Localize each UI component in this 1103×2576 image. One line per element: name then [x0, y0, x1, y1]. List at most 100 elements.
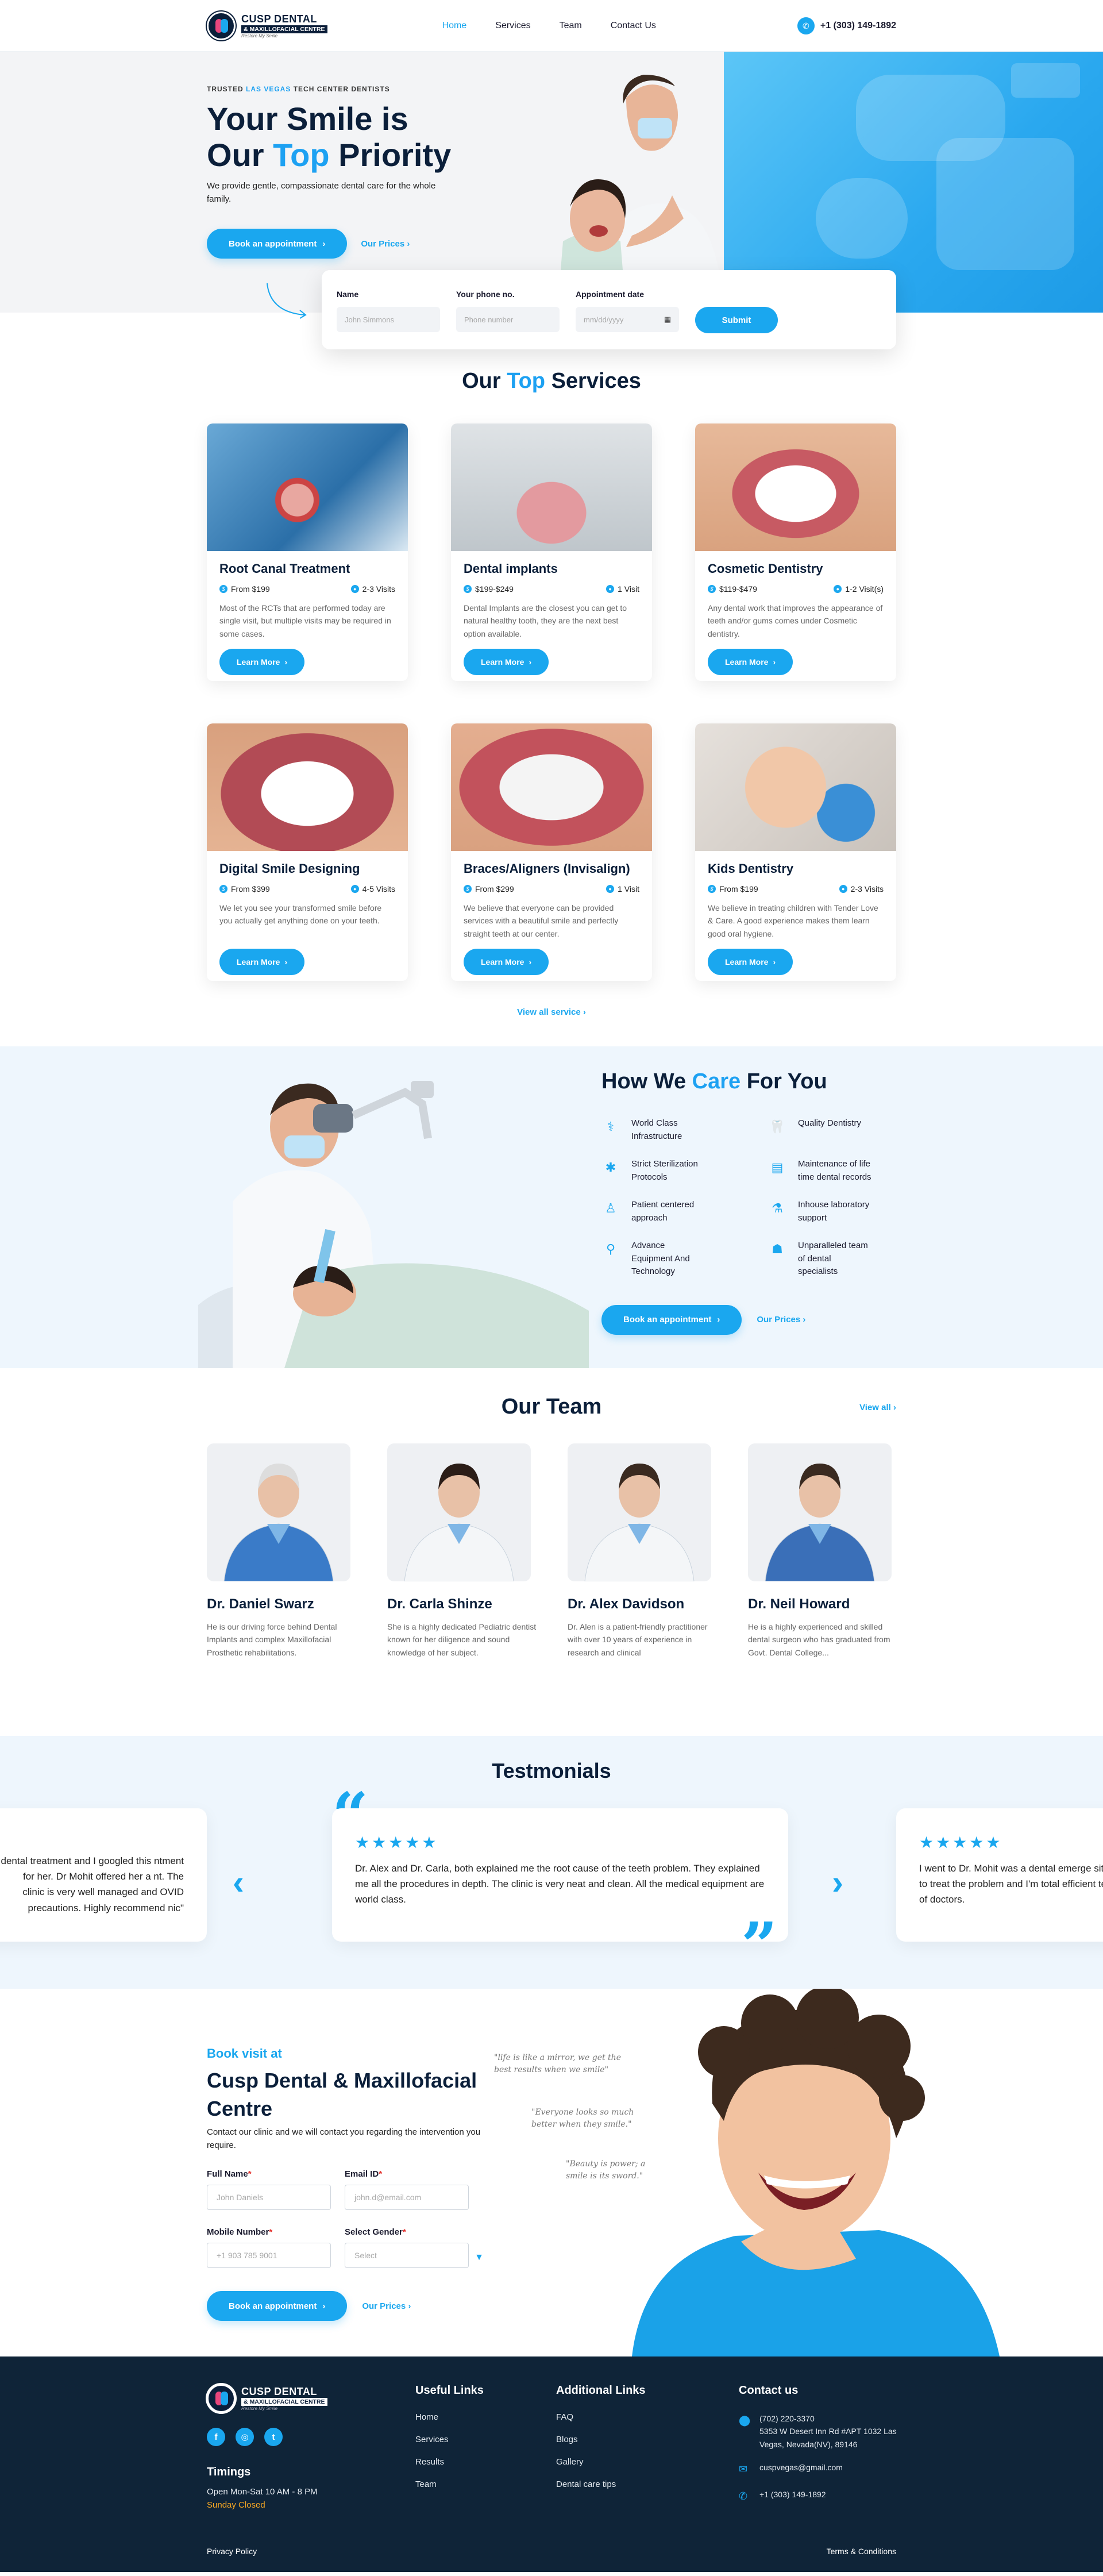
booking-title: Cusp Dental & Maxillofacial Centre	[207, 2069, 477, 2120]
phone-icon: ✆	[739, 2490, 748, 2502]
contact-phone[interactable]: ✆ +1 (303) 149-1892	[739, 2488, 905, 2505]
view-all-services-link[interactable]: View all service ›	[517, 1007, 586, 1017]
calendar-icon[interactable]: ▦	[664, 315, 671, 324]
instagram-icon[interactable]: ◎	[236, 2428, 254, 2446]
team-grid: Dr. Daniel Swarz He is our driving force…	[207, 1443, 896, 1659]
team-member-name: Dr. Neil Howard	[748, 1596, 850, 1612]
hero-our-prices-link[interactable]: Our Prices ›	[361, 239, 410, 249]
booking-kicker: Book visit at	[207, 2046, 282, 2061]
date-input[interactable]: mm/dd/yyyy ▦	[576, 307, 679, 332]
mobile-label: Mobile Number*	[207, 2227, 273, 2238]
name-input[interactable]: John Simmons	[337, 307, 440, 332]
footer-logo[interactable]: CUSP DENTAL & MAXILLOFACIAL CENTRE Resto…	[207, 2384, 345, 2413]
footer-link-services[interactable]: Services	[415, 2435, 484, 2444]
quote-1: "life is like a mirror, we get the best …	[494, 2053, 621, 2074]
learn-more-button[interactable]: Learn More ›	[708, 949, 793, 975]
twitter-icon[interactable]: t	[264, 2428, 283, 2446]
nav-contact[interactable]: Contact Us	[611, 21, 656, 31]
timings-open: Open Mon-Sat 10 AM - 8 PM	[207, 2487, 318, 2497]
header-phone-number: +1 (303) 149-1892	[820, 21, 896, 30]
service-description: We let you see your transformed smile be…	[219, 903, 382, 926]
hero-section: TRUSTED LAS VEGAS TECH CENTER DENTISTS Y…	[0, 52, 1103, 349]
team-section: Our Team View all › Dr. Daniel Swarz He …	[0, 1368, 1103, 1736]
testimonials-title: Testmonials	[492, 1759, 611, 1782]
quote-3: "Beauty is power; a smile is its sword."	[566, 2159, 646, 2181]
logo[interactable]: CUSP DENTAL & MAXILLOFACIAL CENTRE Resto…	[207, 11, 327, 40]
booking-book-appointment-button[interactable]: Book an appointment ›	[207, 2291, 348, 2321]
service-description: We believe that everyone can be provided…	[464, 903, 619, 938]
facebook-icon[interactable]: f	[207, 2428, 225, 2446]
care-feature: 🦷 Quality Dentistry	[768, 1117, 917, 1143]
learn-more-button[interactable]: Learn More ›	[219, 649, 305, 675]
team-member-card[interactable]: Dr. Daniel Swarz He is our driving force…	[207, 1443, 362, 1659]
virus-shield-icon: ✱	[605, 1160, 616, 1175]
learn-more-button[interactable]: Learn More ›	[219, 949, 305, 975]
chevron-down-icon[interactable]: ▼	[475, 2252, 484, 2263]
nav-home[interactable]: Home	[442, 21, 467, 31]
service-card-dental-implants: Dental implants $ $199-$249 ● 1 Visit Dent…	[451, 423, 652, 681]
booking-section: "life is like a mirror, we get the best …	[0, 1989, 1103, 2356]
prev-arrow-icon[interactable]: ‹	[233, 1862, 244, 1902]
care-feature: ⚕ World Class Infrastructure	[601, 1117, 768, 1143]
service-image	[695, 723, 896, 851]
care-feature-label: Unparalleled team of dental specialists	[798, 1241, 868, 1276]
service-title: Dental implants	[464, 561, 558, 576]
team-member-card[interactable]: Dr. Neil Howard He is a highly experienc…	[748, 1443, 903, 1659]
hero-book-appointment-button[interactable]: Book an appointment ›	[207, 229, 348, 259]
team-member-name: Dr. Daniel Swarz	[207, 1596, 314, 1612]
chevron-right-icon: ›	[284, 657, 288, 667]
mail-icon: ✉	[739, 2463, 748, 2475]
team-member-card[interactable]: Dr. Alex Davidson Dr. Alen is a patient-…	[568, 1443, 723, 1659]
gender-select[interactable]: Select	[345, 2243, 469, 2269]
chevron-right-icon: ›	[529, 657, 532, 667]
booking-our-prices-link[interactable]: Our Prices ›	[362, 2301, 411, 2311]
service-price: $ From $199	[708, 884, 758, 894]
care-our-prices-link[interactable]: Our Prices ›	[757, 1315, 805, 1324]
service-visits: ● 2-3 Visits	[350, 584, 395, 594]
phone-icon: ✆	[797, 17, 815, 34]
footer-link-faq[interactable]: FAQ	[556, 2412, 646, 2422]
footer-link-blogs[interactable]: Blogs	[556, 2435, 646, 2444]
price-tag-icon: $	[219, 885, 227, 893]
contact-address-text: 5353 W Desert Inn Rd #APT 1032 Las Vegas…	[759, 2427, 897, 2449]
terms-link[interactable]: Terms & Conditions	[827, 2547, 896, 2556]
team-member-photo	[387, 1443, 531, 1581]
service-image	[207, 723, 408, 851]
contact-email[interactable]: ✉ cuspvegas@gmail.com	[739, 2461, 905, 2478]
team-view-all-link[interactable]: View all ›	[859, 1403, 896, 1412]
care-book-appointment-button[interactable]: Book an appointment ›	[601, 1304, 742, 1335]
footer-link-team[interactable]: Team	[415, 2479, 484, 2489]
services-section: Our Top Services Root Canal Treatment $ F…	[0, 313, 1103, 1029]
learn-more-button[interactable]: Learn More ›	[708, 649, 793, 675]
learn-more-button[interactable]: Learn More ›	[464, 949, 549, 975]
learn-more-button[interactable]: Learn More ›	[464, 649, 549, 675]
email-input[interactable]: john.d@email.com	[345, 2185, 469, 2211]
phone-input[interactable]: Phone number	[456, 307, 560, 332]
service-title: Cosmetic Dentistry	[708, 561, 823, 576]
next-arrow-icon[interactable]: ›	[832, 1862, 843, 1902]
footer-link-gallery[interactable]: Gallery	[556, 2457, 646, 2467]
testimonial-center-text: Dr. Alex and Dr. Carla, both explained m…	[355, 1862, 765, 1905]
care-feature: ⚲ Advance Equipment And Technology	[601, 1239, 768, 1279]
full-name-input[interactable]: John Daniels	[207, 2185, 331, 2211]
footer-logo-line3: Restore My Smile	[241, 2406, 278, 2411]
timings-closed: Sunday Closed	[207, 2500, 265, 2510]
team-member-card[interactable]: Dr. Carla Shinze She is a highly dedicat…	[387, 1443, 542, 1659]
email-label: Email ID*	[345, 2169, 383, 2180]
footer-link-results[interactable]: Results	[415, 2457, 484, 2467]
nav-team[interactable]: Team	[560, 21, 582, 31]
nav-services[interactable]: Services	[495, 21, 530, 31]
privacy-policy-link[interactable]: Privacy Policy	[207, 2547, 257, 2556]
logo-icon	[207, 11, 236, 40]
submit-button[interactable]: Submit	[695, 307, 778, 333]
footer-link-dental-tips[interactable]: Dental care tips	[556, 2479, 646, 2489]
contact-address[interactable]: ⬤ (702) 220-3370 5353 W Desert Inn Rd #AP…	[739, 2412, 905, 2451]
care-feature-label: Patient centered approach	[631, 1200, 695, 1223]
person-icon: ●	[839, 885, 847, 893]
team-title: Our Team	[501, 1395, 602, 1419]
care-section: How We Care For You ⚕ World Class Infrast…	[0, 1046, 1103, 1368]
header-phone[interactable]: ✆ +1 (303) 149-1892	[797, 17, 896, 34]
footer-link-home[interactable]: Home	[415, 2412, 484, 2422]
mobile-input[interactable]: +1 903 785 9001	[207, 2243, 331, 2269]
service-description: Dental Implants are the closest you can …	[464, 603, 627, 638]
